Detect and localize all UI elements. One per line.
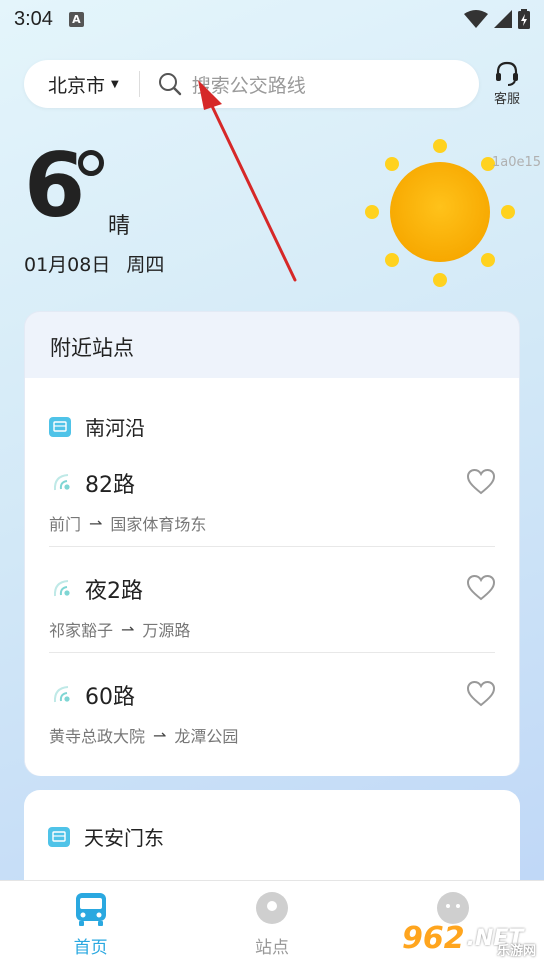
direction-arrow-icon: ⇀ <box>89 513 103 533</box>
direction-arrow-icon: ⇀ <box>121 619 135 639</box>
route-name: 夜2路 <box>85 579 143 604</box>
temperature-value: 6 <box>24 134 85 237</box>
search-divider <box>138 71 140 97</box>
battery-icon <box>518 9 530 29</box>
date-row: 01月08日 周四 <box>24 250 164 277</box>
city-name: 北京市 <box>48 74 106 97</box>
stop-name: 天安门东 <box>84 826 164 850</box>
route-row[interactable]: 夜2路 祁家豁子 ⇀ 万源路 <box>49 547 495 653</box>
nearby-stops-card: 附近站点 南河沿 82路 前门 ⇀ 国家体育场东 夜2路 祁家豁子 ⇀ 万源路 <box>24 311 520 776</box>
weather-condition: 晴 <box>108 214 131 239</box>
caret-down-icon: ▼ <box>111 78 119 90</box>
route-direction: 祁家豁子 ⇀ 万源路 <box>49 617 190 641</box>
watermark-logo: 962 .NET 乐游网 <box>402 913 544 963</box>
route-direction: 黄寺总政大院 ⇀ 龙潭公园 <box>49 723 238 747</box>
bus-stop-icon <box>49 416 71 437</box>
route-to: 万源路 <box>142 621 191 640</box>
signal-icon <box>494 10 512 28</box>
weekday-text: 周四 <box>126 254 165 276</box>
heart-icon[interactable] <box>467 469 495 495</box>
status-bar: 3:04 A <box>0 0 544 38</box>
customer-service-label: 客服 <box>493 92 520 107</box>
nav-item-home[interactable]: 首页 <box>0 881 181 967</box>
weather-code-text: 1a0e15 <box>492 155 542 170</box>
headset-icon <box>496 61 518 86</box>
status-icons <box>464 9 530 29</box>
bus-icon <box>75 893 106 926</box>
status-time: 3:04 <box>14 7 53 30</box>
stop-header[interactable]: 天安门东 <box>24 790 520 851</box>
watermark-sub: 乐游网 <box>496 944 536 959</box>
route-row[interactable]: 82路 前门 ⇀ 国家体育场东 <box>49 441 495 547</box>
route-from: 黄寺总政大院 <box>49 727 146 746</box>
route-to: 龙潭公园 <box>174 727 239 746</box>
watermark-number: 962 <box>402 920 465 956</box>
bus-stop-icon <box>48 826 70 847</box>
search-row: 北京市 ▼ 搜索公交路线 客服 <box>24 60 529 110</box>
route-row[interactable]: 60路 黄寺总政大院 ⇀ 龙潭公园 <box>49 653 495 759</box>
stop-name: 南河沿 <box>85 416 145 440</box>
route-from: 前门 <box>49 515 82 534</box>
heart-icon[interactable] <box>467 575 495 601</box>
stop-panel: 南河沿 82路 前门 ⇀ 国家体育场东 夜2路 祁家豁子 ⇀ 万源路 60路 黄… <box>25 380 519 776</box>
date-text: 01月08日 <box>24 254 111 276</box>
signal-wave-icon <box>53 474 70 491</box>
search-bar[interactable]: 北京市 ▼ 搜索公交路线 <box>24 60 479 108</box>
city-selector[interactable]: 北京市 ▼ <box>24 71 119 98</box>
signal-wave-icon <box>53 580 70 597</box>
signal-wave-icon <box>53 686 70 703</box>
direction-arrow-icon: ⇀ <box>153 725 167 745</box>
search-input[interactable]: 搜索公交路线 <box>192 71 306 98</box>
wifi-icon <box>464 10 488 28</box>
nav-label: 站点 <box>254 938 289 958</box>
heart-icon[interactable] <box>467 681 495 707</box>
route-direction: 前门 ⇀ 国家体育场东 <box>49 511 206 535</box>
route-name: 82路 <box>85 473 135 498</box>
route-name: 60路 <box>85 685 135 710</box>
route-to: 国家体育场东 <box>110 515 207 534</box>
nearby-title: 附近站点 <box>50 336 134 360</box>
route-from: 祁家豁子 <box>49 621 114 640</box>
stop-header[interactable]: 南河沿 <box>25 380 519 441</box>
nav-item-stations[interactable]: 站点 <box>181 881 362 967</box>
location-pin-icon <box>255 892 288 924</box>
notification-icon: A <box>68 11 84 27</box>
nav-label: 首页 <box>73 938 108 958</box>
search-icon[interactable] <box>158 72 182 96</box>
degree-symbol <box>78 150 104 176</box>
customer-service-button[interactable]: 客服 <box>485 60 529 110</box>
